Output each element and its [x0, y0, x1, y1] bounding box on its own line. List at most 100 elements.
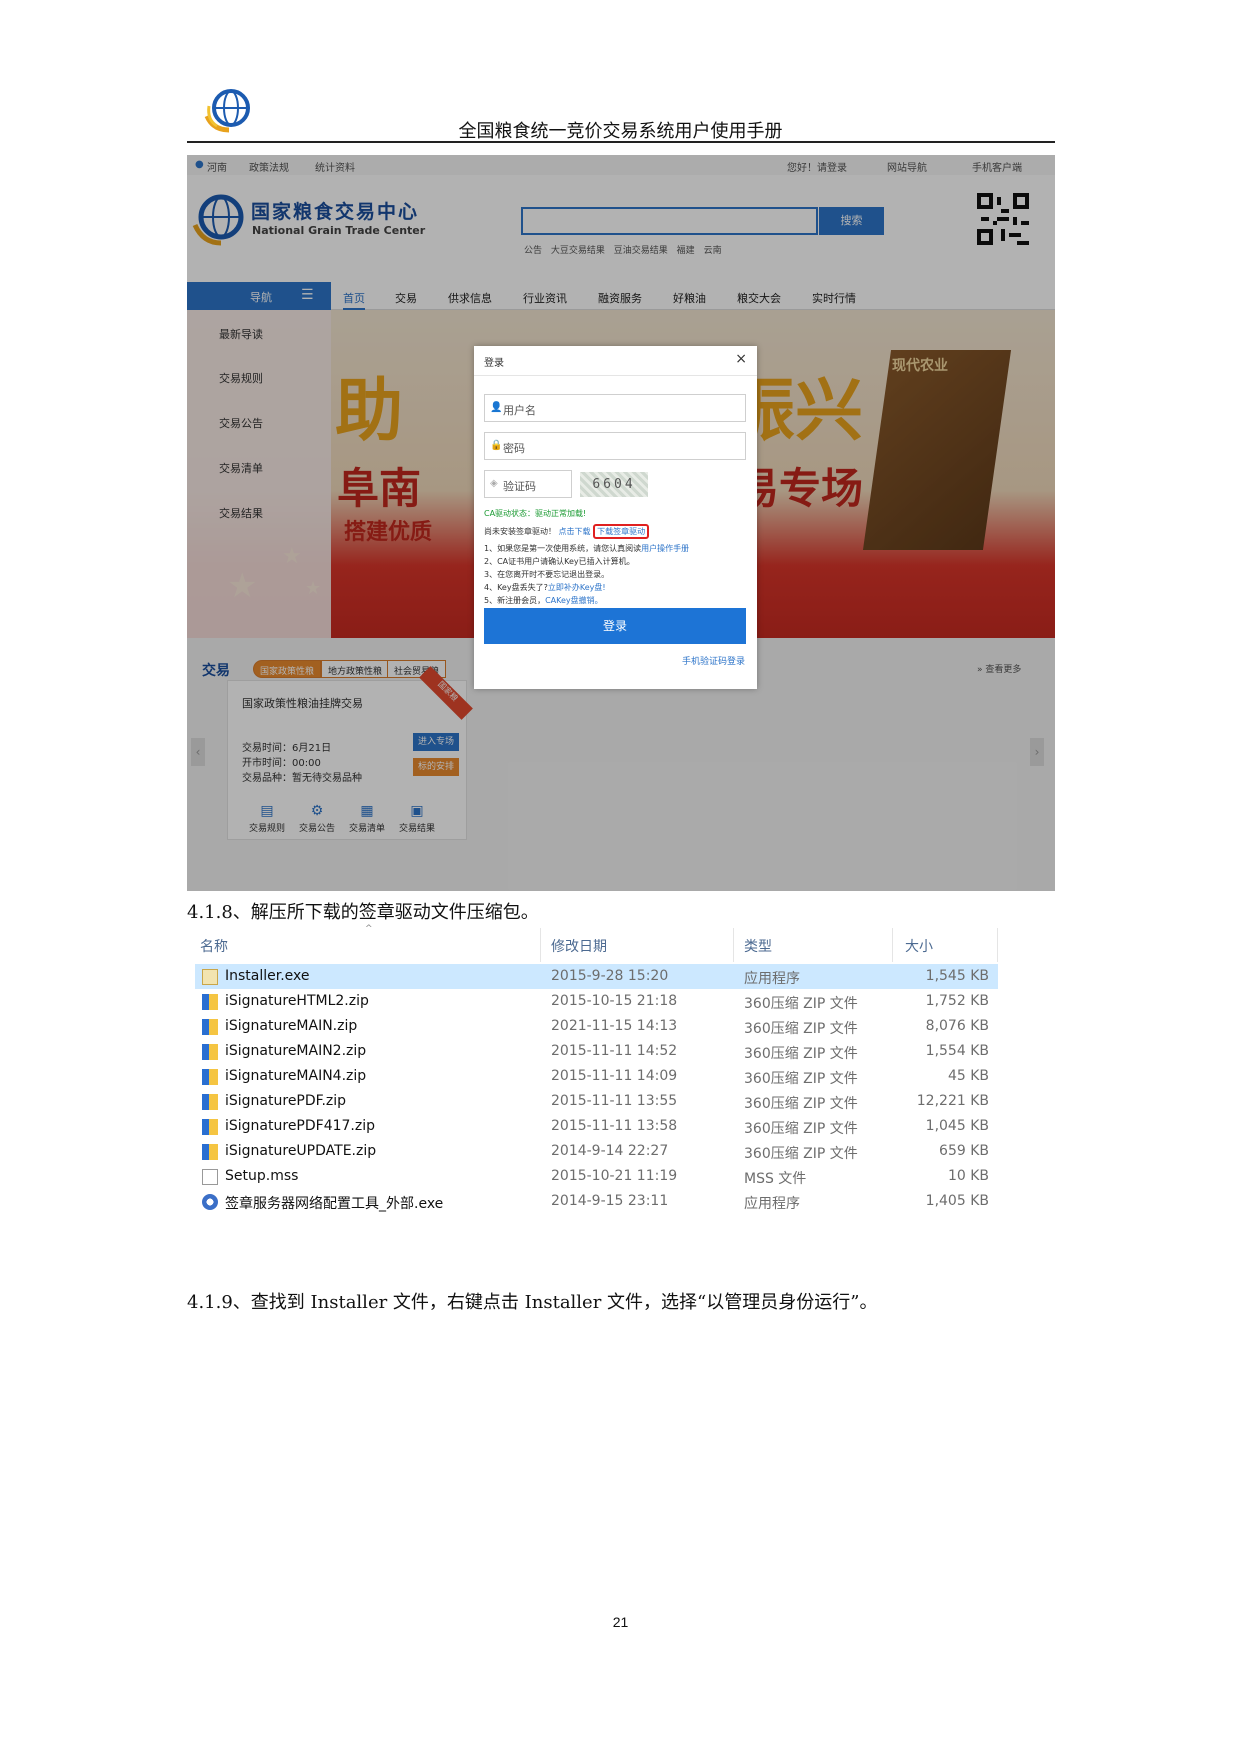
close-icon[interactable]: × — [735, 351, 747, 367]
file-name: 签章服务器网络配置工具_外部.exe — [225, 1196, 444, 1212]
side-menu-item[interactable]: 最新导读 — [219, 326, 263, 342]
file-row[interactable]: iSignatureUPDATE.zip 2014-9-14 22:27 360… — [195, 1139, 998, 1164]
nav-conference[interactable]: 粮交大会 — [737, 290, 781, 306]
site-search-input[interactable] — [521, 207, 818, 235]
file-row[interactable]: 签章服务器网络配置工具_外部.exe 2014-9-15 23:11 应用程序 … — [195, 1189, 998, 1214]
ca-driver-status: CA驱动状态：驱动正常加载! — [484, 509, 587, 518]
quick-link-notices[interactable]: ⚙ 交易公告 — [294, 803, 340, 834]
column-divider[interactable] — [733, 928, 734, 962]
mobile-client-link[interactable]: 手机客户端 — [972, 159, 1022, 174]
file-size: 45 KB — [947, 1068, 989, 1084]
side-menu-item[interactable]: 交易公告 — [219, 415, 263, 431]
file-size: 1,545 KB — [925, 968, 989, 984]
captcha-image[interactable]: 6604 — [580, 472, 648, 497]
search-tag[interactable]: 福建 — [677, 246, 695, 256]
tab-local-grain[interactable]: 地方政策性粮 — [321, 660, 390, 678]
login-tip: 1、如果您是第一次使用系统，请您认真阅读用户操作手册 — [484, 543, 689, 554]
search-tag[interactable]: 公告 — [524, 246, 542, 256]
file-row[interactable]: iSignatureMAIN.zip 2021-11-15 14:13 360压… — [195, 1014, 998, 1039]
file-row[interactable]: iSignaturePDF417.zip 2015-11-11 13:58 36… — [195, 1114, 998, 1139]
nav-realtime[interactable]: 实时行情 — [812, 290, 856, 306]
tab-national-grain[interactable]: 国家政策性粮 — [253, 660, 322, 678]
cakey-revoke-link[interactable]: CAKey盘撤销。 — [545, 596, 603, 605]
sms-login-link[interactable]: 手机验证码登录 — [682, 654, 745, 667]
file-row[interactable]: Installer.exe 2015-9-28 15:20 应用程序 1,545… — [195, 964, 998, 989]
user-manual-link[interactable]: 用户操作手册 — [641, 544, 689, 553]
column-divider[interactable] — [540, 928, 541, 962]
site-search-button[interactable]: 搜索 — [819, 207, 884, 235]
brand-name-cn: 国家粮食交易中心 — [251, 201, 420, 223]
enter-session-button[interactable]: 进入专场 — [413, 733, 459, 751]
search-tag[interactable]: 豆油交易结果 — [614, 246, 668, 256]
column-header-name[interactable]: 名称 — [200, 936, 228, 956]
top-bar: ● 河南 政策法规 统计资料 您好！请登录 网站导航 手机客户端 — [187, 155, 1055, 175]
view-more-link[interactable]: » 查看更多 — [977, 662, 1021, 675]
policy-link[interactable]: 政策法规 — [249, 159, 289, 174]
login-submit-button[interactable]: 登录 — [484, 608, 746, 644]
search-tag[interactable]: 大豆交易结果 — [551, 246, 605, 256]
quick-link-list[interactable]: ▦ 交易清单 — [344, 803, 390, 834]
driver-click-link[interactable]: 点击下载 — [559, 527, 591, 536]
nav-menu-toggle[interactable]: 导航 ☰ — [187, 282, 331, 310]
schedule-button[interactable]: 标的安排 — [413, 758, 459, 776]
file-date: 2021-11-15 14:13 — [551, 1018, 678, 1034]
document-icon — [202, 1169, 218, 1185]
file-date: 2015-10-21 11:19 — [551, 1168, 678, 1184]
nav-supply[interactable]: 供求信息 — [448, 290, 492, 306]
region-link[interactable]: 河南 — [207, 159, 227, 174]
document-header-title: 全国粮食统一竞价交易系统用户使用手册 — [458, 121, 783, 142]
column-divider[interactable] — [997, 928, 998, 962]
file-row[interactable]: iSignatureHTML2.zip 2015-10-15 21:18 360… — [195, 989, 998, 1014]
search-tag[interactable]: 云南 — [704, 246, 722, 256]
username-input[interactable]: 👤 用户名 — [484, 394, 746, 422]
trade-time: 交易时间：6月21日 — [242, 743, 332, 754]
tip-text: 1、如果您是第一次使用系统，请您认真阅读 — [484, 544, 642, 553]
captcha-input[interactable]: ◈ 验证码 — [484, 470, 572, 498]
zip-icon — [202, 1119, 218, 1135]
quick-link-rules[interactable]: ▤ 交易规则 — [244, 803, 290, 834]
file-type: 360压缩 ZIP 文件 — [744, 1071, 858, 1087]
file-row[interactable]: iSignatureMAIN4.zip 2015-11-11 14:09 360… — [195, 1064, 998, 1089]
file-row[interactable]: iSignaturePDF.zip 2015-11-11 13:55 360压缩… — [195, 1089, 998, 1114]
login-dialog-header: 登录 × — [474, 346, 757, 376]
column-header-size[interactable]: 大小 — [905, 936, 933, 956]
file-type: 360压缩 ZIP 文件 — [744, 1121, 858, 1137]
file-row[interactable]: Setup.mss 2015-10-21 11:19 MSS 文件 10 KB — [195, 1164, 998, 1189]
site-nav-link[interactable]: 网站导航 — [887, 159, 927, 174]
download-driver-link[interactable]: 下载签章驱动 — [593, 524, 650, 539]
password-input[interactable]: 🔒 密码 — [484, 432, 746, 460]
exe-icon — [202, 969, 218, 985]
carousel-prev-icon[interactable]: ‹ — [191, 738, 205, 766]
zip-icon — [202, 1044, 218, 1060]
file-name: iSignatureUPDATE.zip — [225, 1143, 377, 1159]
side-menu-item[interactable]: 交易清单 — [219, 460, 263, 476]
side-menu-item[interactable]: 交易结果 — [219, 505, 263, 521]
column-header-date[interactable]: 修改日期 — [551, 936, 607, 956]
lock-icon: 🔒 — [490, 440, 503, 451]
carousel-next-icon[interactable]: › — [1030, 738, 1044, 766]
brand-header: 国家粮食交易中心 National Grain Trade Center 搜索 … — [187, 175, 1055, 275]
nav-home[interactable]: 首页 — [343, 290, 365, 310]
file-explorer: ^ 名称 修改日期 类型 大小 Installer.exe 2015-9-28 … — [195, 924, 1005, 1228]
driver-download-line: 尚未安装签章驱动！ 点击下载 下载签章驱动 — [484, 524, 650, 539]
header-rule — [187, 141, 1055, 143]
file-date: 2015-11-11 13:55 — [551, 1093, 678, 1109]
nav-good-grain[interactable]: 好粮油 — [673, 290, 706, 306]
side-menu-item[interactable]: 交易规则 — [219, 370, 263, 386]
quick-link-label: 交易结果 — [398, 824, 435, 834]
reissue-key-link[interactable]: 立即补办Key盘! — [548, 583, 606, 592]
file-row[interactable]: iSignatureMAIN2.zip 2015-11-11 14:52 360… — [195, 1039, 998, 1064]
nav-news[interactable]: 行业资讯 — [523, 290, 567, 306]
stats-link[interactable]: 统计资料 — [315, 159, 355, 174]
login-greeting-link[interactable]: 您好！请登录 — [787, 159, 847, 174]
page-number: 21 — [612, 1614, 629, 1630]
nav-finance[interactable]: 融资服务 — [598, 290, 642, 306]
column-divider[interactable] — [892, 928, 893, 962]
file-type: 360压缩 ZIP 文件 — [744, 996, 858, 1012]
column-header-type[interactable]: 类型 — [744, 936, 772, 956]
file-date: 2015-9-28 15:20 — [551, 968, 669, 984]
section-heading-4-1-9: 4.1.9、查找到 Installer 文件，右键点击 Installer 文件… — [187, 1292, 878, 1313]
nav-trade[interactable]: 交易 — [395, 290, 417, 306]
quick-link-results[interactable]: ▣ 交易结果 — [394, 803, 440, 834]
trade-card: 国家政策性粮油挂牌交易 国家粮 交易时间：6月21日 开市时间：00:00 交易… — [227, 666, 473, 840]
